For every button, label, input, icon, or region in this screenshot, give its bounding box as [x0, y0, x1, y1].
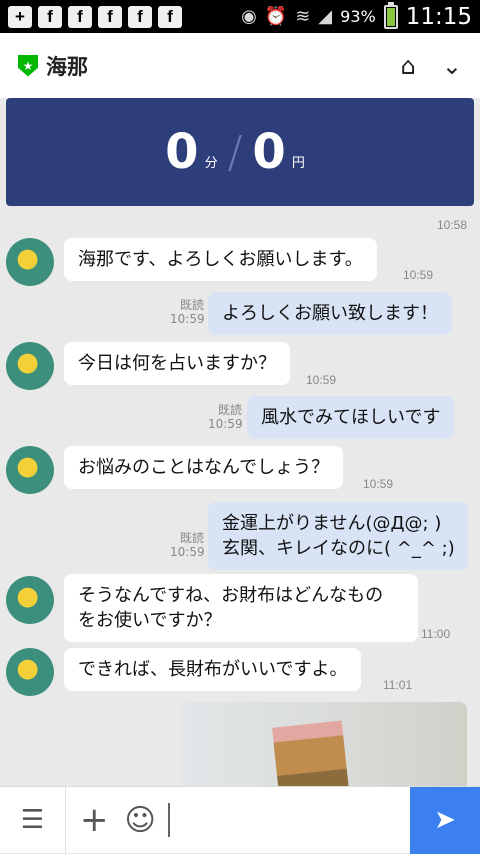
message-input[interactable]	[167, 803, 368, 837]
avatar[interactable]	[6, 342, 54, 390]
message-time: 10:59	[306, 373, 337, 387]
call-timer-banner: 0 分 / 0 円	[6, 98, 474, 206]
battery-percentage: 93%	[340, 7, 376, 26]
read-label: 既読	[179, 298, 204, 312]
status-bar: + f f f f f ◉ ⏰ ≋ ◢ 93% 11:15	[0, 0, 480, 33]
yen-value: 0	[252, 124, 286, 180]
message-time: 11:00	[421, 627, 451, 641]
facebook-icon: f	[158, 5, 182, 28]
read-receipt: 既読 10:59	[170, 298, 205, 326]
minutes-value: 0	[165, 124, 199, 180]
avatar[interactable]	[6, 446, 54, 494]
send-icon: ➤	[434, 805, 456, 835]
chat-title: 海那	[46, 54, 88, 79]
avatar[interactable]	[6, 648, 54, 696]
wallet-photo	[272, 720, 350, 786]
eye-icon: ◉	[241, 6, 257, 27]
battery-icon	[383, 1, 398, 29]
message-time: 10:59	[363, 477, 394, 491]
minutes-unit: 分	[204, 155, 218, 171]
message-time: 10:59	[208, 417, 243, 431]
chevron-down-icon[interactable]: ⌄	[442, 52, 462, 80]
message-bubble[interactable]: 今日は何を占いますか？	[64, 342, 290, 385]
message-time: 10:59	[403, 268, 434, 282]
avatar[interactable]	[6, 238, 54, 286]
facebook-icon: f	[38, 5, 62, 28]
send-button[interactable]: ➤	[410, 786, 480, 854]
message-bubble[interactable]: お悩みのことはなんでしょう？	[64, 446, 344, 489]
divider: /	[227, 126, 243, 178]
message-bubble[interactable]: よろしくお願い致します！	[208, 292, 452, 335]
signal-icon: ◢	[318, 6, 333, 27]
chat-header: ★ 海那 ⌂ ⌄	[0, 33, 480, 98]
message-list[interactable]: 10:58 海那です、よろしくお願いします。 10:59 既読 10:59 よろ…	[0, 206, 480, 786]
wifi-icon: ≋	[295, 6, 311, 27]
message-input-bar: ☰ + ☺ ➤	[0, 786, 480, 854]
message-bubble[interactable]: 海那です、よろしくお願いします。	[64, 238, 377, 281]
timestamp: 10:58	[437, 218, 468, 232]
facebook-icon: f	[98, 5, 122, 28]
facebook-icon: f	[68, 5, 92, 28]
message-line: 金運上がりません(@Д@; )	[222, 513, 442, 534]
official-account-shield-icon: ★	[18, 54, 38, 77]
message-bubble[interactable]: 金運上がりません(@Д@; ) 玄関、キレイなのに( ^_^ ;)	[208, 502, 468, 570]
photo-message[interactable]	[181, 702, 467, 786]
plus-icon[interactable]: +	[80, 800, 109, 840]
facebook-icon: f	[128, 5, 152, 28]
read-label: 既読	[217, 403, 242, 417]
message-time: 10:59	[170, 312, 205, 326]
alarm-icon: ⏰	[264, 6, 288, 27]
menu-list-icon[interactable]: ☰	[0, 786, 66, 854]
message-line: そうなんですね、お財布はどんなもの	[78, 585, 384, 606]
avatar[interactable]	[6, 576, 54, 624]
read-label: 既読	[179, 531, 204, 545]
read-receipt: 既読 10:59	[170, 531, 205, 559]
emoji-icon[interactable]: ☺	[125, 803, 156, 838]
message-bubble[interactable]: 風水でみてほしいです	[247, 396, 455, 439]
message-line: 玄関、キレイなのに( ^_^ ;)	[222, 538, 455, 559]
clock: 11:15	[405, 3, 472, 30]
message-time: 11:01	[383, 678, 413, 692]
notification-plus-icon: +	[8, 5, 32, 28]
read-receipt: 既読 10:59	[208, 403, 243, 431]
yen-unit: 円	[291, 155, 305, 171]
message-time: 10:59	[170, 545, 205, 559]
message-bubble[interactable]: そうなんですね、お財布はどんなもの をお使いですか？	[64, 574, 418, 642]
message-line: をお使いですか？	[78, 610, 222, 631]
message-bubble[interactable]: できれば、長財布がいいですよ。	[64, 648, 362, 691]
home-icon[interactable]: ⌂	[401, 52, 416, 80]
